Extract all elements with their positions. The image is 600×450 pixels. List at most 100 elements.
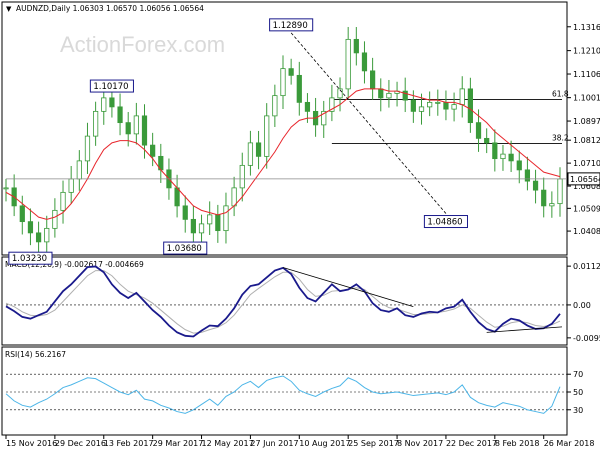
price-header-icon: ▼ (6, 5, 12, 13)
candle-body (427, 101, 433, 108)
price-tick-label: 1.05090 (573, 204, 600, 213)
candle-body (435, 101, 441, 104)
candle-body (345, 38, 351, 90)
macd-line (5, 265, 561, 338)
candlesticks (3, 26, 563, 256)
candle-body (288, 68, 294, 76)
label-1-0368: 1.03680 (167, 244, 202, 254)
candle-body (150, 144, 156, 157)
macd-trendline-upper (282, 267, 414, 308)
candle-body (255, 142, 262, 157)
price-tick-label: 1.08120 (573, 136, 600, 145)
candle-body (418, 106, 425, 112)
candle-body (117, 106, 123, 124)
rsi-tick-label: 50 (573, 388, 583, 397)
macd-tick-label: -0.009594 (573, 334, 600, 343)
candle-body (378, 88, 384, 99)
x-axis: 15 Nov 201629 Dec 201613 Feb 2017 29 Mar … (5, 435, 595, 448)
x-tick-label: 13 Feb 2017 (104, 439, 154, 448)
candle-body (239, 164, 245, 189)
candle-body (84, 135, 91, 162)
candle-body (141, 115, 148, 146)
macd-lines (5, 265, 563, 338)
fib-label: 61.8 (552, 89, 569, 98)
price-axis: 1.13160 1.12100 1.11060 1.10010 1.08970 1.081… (567, 23, 600, 236)
candle-body (443, 101, 449, 110)
candle-body (3, 187, 9, 190)
price-tick-label: 1.12100 (573, 47, 600, 56)
label-1-1289: 1.12890 (273, 21, 308, 31)
candle-body (500, 153, 506, 160)
label-1-1017: 1.10170 (93, 82, 128, 92)
candle-body (35, 232, 42, 243)
candle-body (68, 178, 74, 193)
price-tick-label: 1.11060 (573, 70, 600, 79)
candle-body (304, 101, 311, 112)
candle-body (190, 218, 196, 234)
candle-body (60, 191, 66, 211)
candle-body (76, 160, 82, 180)
fib-label: 38.2 (552, 134, 569, 143)
candle-body (44, 227, 50, 243)
x-tick-label: 25 Sep 2017 (348, 439, 399, 448)
candle-body (361, 52, 368, 72)
x-tick-label: 12 May 2017 (202, 439, 254, 448)
candle-body (557, 178, 563, 205)
candle-body (19, 205, 25, 223)
candle-body (174, 187, 180, 207)
candle-body (467, 88, 473, 124)
label-1-0323: 1.03230 (12, 254, 47, 264)
price-tick-label: 1.13160 (573, 23, 600, 32)
candle-body (207, 214, 213, 225)
rsi-tick-label: 70 (573, 370, 583, 379)
macd-signal-line (5, 270, 561, 334)
candle-body (27, 221, 34, 234)
price-header: AUDNZD,Daily 1.06303 1.06570 1.06056 1.0… (16, 4, 204, 13)
candle-body (215, 214, 221, 232)
candle-body (52, 209, 58, 229)
macd-tick-label: 0.011294 (573, 262, 600, 271)
candle-body (532, 180, 539, 191)
rsi-tick-label: 30 (573, 406, 583, 415)
candle-body (484, 137, 490, 144)
candle-body (125, 122, 131, 135)
candle-body (541, 189, 547, 207)
candle-body (475, 122, 482, 139)
candle-body (182, 205, 188, 220)
candle-body (133, 115, 139, 135)
candle-body (231, 187, 237, 207)
candle-body (109, 97, 115, 108)
candle-body (223, 205, 229, 232)
x-tick-label: 29 Mar 2017 (153, 439, 204, 448)
x-tick-label: 27 Jun 2017 (250, 439, 298, 448)
macd-panel-frame (1, 256, 568, 346)
price-tick-label: 1.10010 (573, 94, 600, 103)
fibonacci-levels: 61.8 38.2 (331, 89, 569, 144)
current-price-label: 1.06564 (570, 175, 600, 184)
label-1-0486: 1.04860 (427, 218, 462, 228)
x-tick-label: 29 Dec 2016 (55, 439, 106, 448)
rsi-line (5, 375, 561, 414)
candle-body (264, 115, 270, 157)
candle-body (524, 169, 531, 182)
candle-body (370, 70, 376, 90)
x-tick-label: 8 Nov 2017 (397, 439, 443, 448)
candle-body (508, 153, 514, 162)
rsi-panel-frame (1, 346, 568, 436)
x-tick-label: 22 Dec 2017 (446, 439, 497, 448)
x-tick-label: 15 Nov 2016 (6, 439, 57, 448)
candle-body (549, 203, 555, 207)
rsi-line (5, 375, 561, 414)
x-tick-label: 26 Mar 2018 (544, 439, 595, 448)
candle-body (492, 142, 498, 160)
candle-body (247, 142, 254, 166)
price-tick-label: 1.07100 (573, 159, 600, 168)
candle-body (280, 68, 286, 97)
candle-body (272, 95, 278, 117)
candle-body (451, 104, 457, 110)
current-price-marker: 1.06564 (6, 172, 600, 186)
candle-body (410, 99, 416, 112)
rsi-axis: 70 50 30 (6, 370, 583, 415)
candle-body (296, 74, 302, 103)
watermark: ActionForex.com (60, 32, 225, 57)
